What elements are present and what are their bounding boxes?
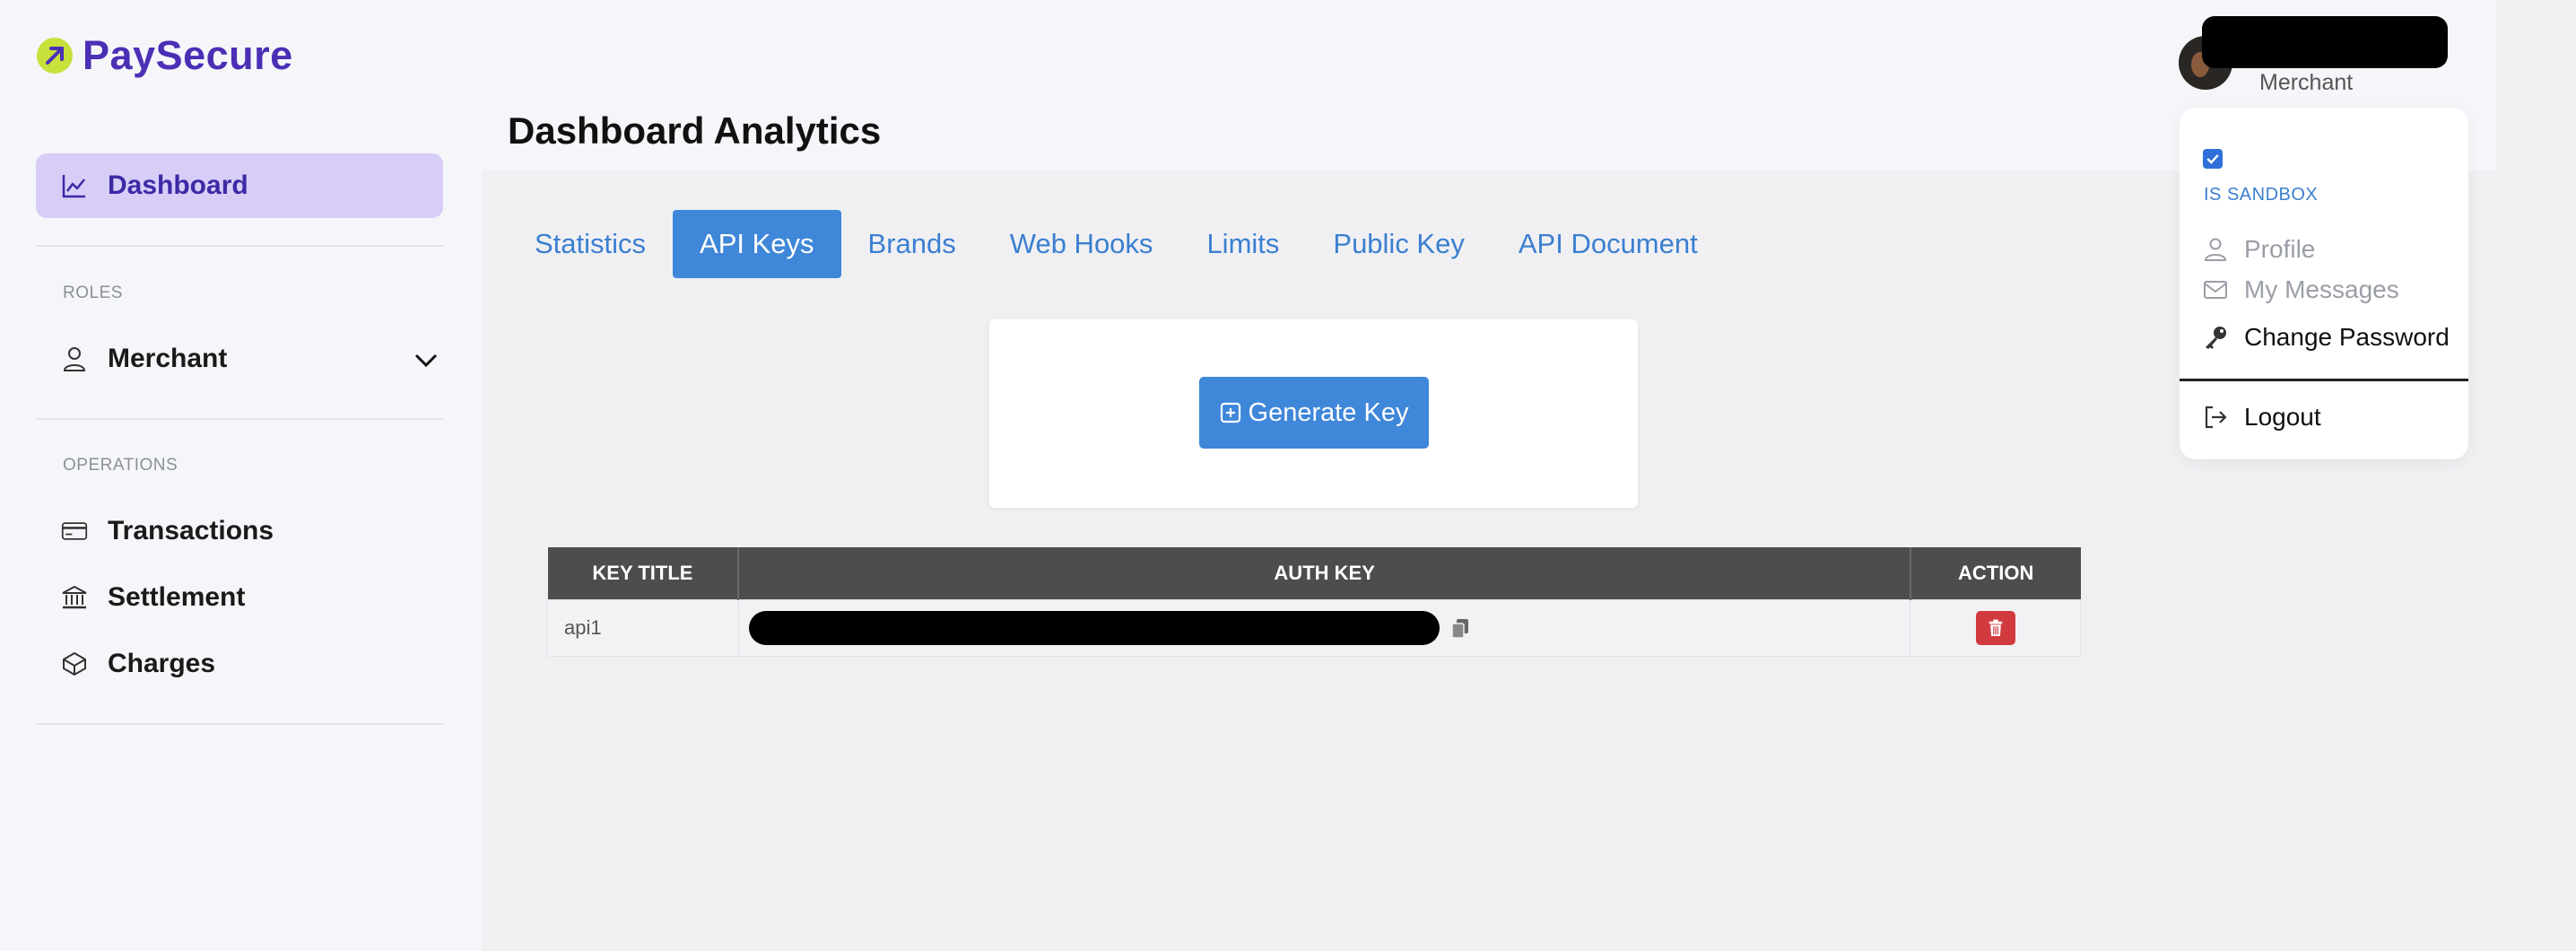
menu-item-profile[interactable]: Profile bbox=[2203, 235, 2315, 264]
tab-brands[interactable]: Brands bbox=[841, 210, 983, 278]
logo-mark-icon bbox=[37, 38, 73, 74]
menu-item-label: Logout bbox=[2244, 403, 2321, 431]
sandbox-checkbox[interactable] bbox=[2203, 149, 2223, 169]
user-icon bbox=[2203, 237, 2228, 262]
sidebar-divider bbox=[36, 418, 443, 420]
sidebar-item-label: Settlement bbox=[108, 582, 246, 612]
bank-icon bbox=[61, 584, 88, 611]
sidebar-divider bbox=[36, 245, 443, 247]
page-title: Dashboard Analytics bbox=[508, 109, 882, 152]
logout-icon bbox=[2203, 405, 2228, 430]
sidebar-item-label: Dashboard bbox=[108, 170, 248, 200]
menu-item-change-password[interactable]: Change Password bbox=[2203, 323, 2450, 352]
envelope-icon bbox=[2203, 277, 2228, 302]
sidebar-divider bbox=[36, 723, 443, 725]
sidebar: PaySecure Dashboard ROLES Merchant OPERA… bbox=[0, 0, 483, 951]
generate-key-card: Generate Key bbox=[989, 319, 1638, 508]
auth-key-cell bbox=[737, 599, 1911, 657]
sidebar-item-label: Merchant bbox=[108, 344, 228, 373]
menu-item-label: Profile bbox=[2244, 235, 2316, 263]
user-dropdown-menu: IS SANDBOX Profile My Messages Change Pa… bbox=[2180, 108, 2468, 459]
key-title-cell: api1 bbox=[547, 599, 739, 657]
column-header-key-title: KEY TITLE bbox=[547, 547, 740, 600]
sidebar-item-label: Transactions bbox=[108, 516, 274, 545]
menu-item-my-messages[interactable]: My Messages bbox=[2203, 275, 2399, 304]
sidebar-item-charges[interactable]: Charges bbox=[36, 632, 443, 696]
sidebar-item-merchant[interactable]: Merchant bbox=[36, 327, 443, 391]
api-keys-table: KEY TITLE AUTH KEY ACTION api1 bbox=[547, 547, 2081, 657]
line-chart-icon bbox=[61, 172, 88, 199]
redacted-auth-key bbox=[748, 611, 1440, 645]
plus-square-icon bbox=[1220, 402, 1240, 423]
redacted-user-name bbox=[2202, 16, 2448, 68]
sandbox-label: IS SANDBOX bbox=[2204, 185, 2319, 205]
tab-limits[interactable]: Limits bbox=[1179, 210, 1306, 278]
cube-icon bbox=[61, 650, 88, 677]
sidebar-item-label: Charges bbox=[108, 649, 216, 678]
generate-key-label: Generate Key bbox=[1248, 397, 1409, 427]
chevron-down-icon[interactable] bbox=[413, 346, 439, 373]
section-label-operations: OPERATIONS bbox=[63, 456, 178, 475]
user-role: Merchant bbox=[2259, 70, 2354, 95]
sidebar-item-dashboard[interactable]: Dashboard bbox=[36, 153, 443, 218]
key-icon bbox=[2203, 325, 2228, 350]
table-row: api1 bbox=[547, 599, 2081, 657]
column-header-auth-key: AUTH KEY bbox=[738, 547, 1911, 600]
generate-key-button[interactable]: Generate Key bbox=[1199, 377, 1429, 449]
menu-item-logout[interactable]: Logout bbox=[2203, 403, 2321, 432]
copy-icon[interactable] bbox=[1450, 617, 1470, 639]
menu-divider bbox=[2180, 379, 2468, 381]
tab-web-hooks[interactable]: Web Hooks bbox=[983, 210, 1180, 278]
sidebar-item-transactions[interactable]: Transactions bbox=[36, 499, 443, 563]
checkmark-icon bbox=[2206, 154, 2219, 164]
menu-item-label: Change Password bbox=[2244, 323, 2450, 351]
tab-public-key[interactable]: Public Key bbox=[1306, 210, 1491, 278]
brand-logo[interactable]: PaySecure bbox=[36, 32, 293, 79]
delete-key-button[interactable] bbox=[1975, 611, 2015, 645]
brand-name: PaySecure bbox=[83, 32, 293, 78]
menu-item-label: My Messages bbox=[2244, 275, 2399, 303]
tab-bar: Statistics API Keys Brands Web Hooks Lim… bbox=[517, 210, 1725, 278]
trash-icon bbox=[1989, 619, 2002, 636]
action-cell bbox=[1910, 599, 2081, 657]
section-label-roles: ROLES bbox=[63, 284, 123, 302]
sidebar-item-settlement[interactable]: Settlement bbox=[36, 565, 443, 630]
tab-api-keys[interactable]: API Keys bbox=[673, 210, 841, 278]
table-header-row: KEY TITLE AUTH KEY ACTION bbox=[547, 547, 2081, 600]
user-icon bbox=[61, 345, 88, 372]
tab-api-document[interactable]: API Document bbox=[1492, 210, 1725, 278]
credit-card-icon bbox=[61, 518, 88, 545]
tab-statistics[interactable]: Statistics bbox=[517, 210, 673, 278]
column-header-action: ACTION bbox=[1910, 547, 2081, 600]
